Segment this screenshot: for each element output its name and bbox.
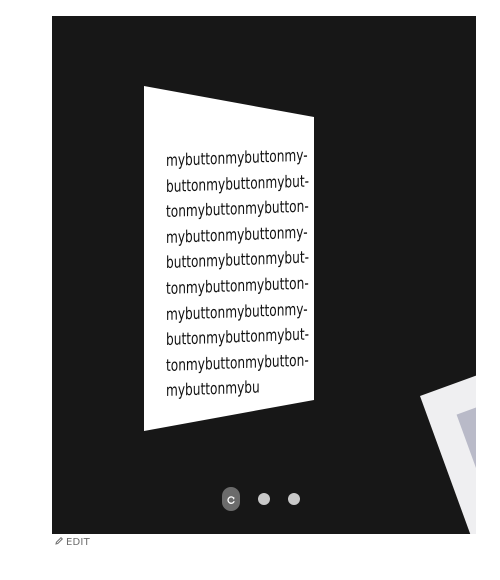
carousel-card-next-image: [456, 387, 476, 534]
edit-link[interactable]: EDIT: [54, 536, 90, 549]
card-text-line: mybuttonmybu: [166, 377, 260, 401]
pencil-icon: [54, 536, 64, 549]
pagination-dot-active[interactable]: [222, 487, 240, 511]
pagination-dot-3[interactable]: [288, 493, 300, 505]
pagination-dot-2[interactable]: [258, 493, 270, 505]
carousel-pagination: [222, 484, 322, 514]
carousel-card-next[interactable]: [420, 358, 476, 534]
edit-label: EDIT: [66, 537, 90, 548]
card-text: mybuttonmybuttonmy- buttonmybuttonmybut-…: [166, 144, 310, 404]
card-text-line: tonmybuttonmybutton-: [166, 273, 309, 298]
card-text-line: tonmybuttonmybutton-: [166, 350, 309, 375]
refresh-icon: [226, 490, 236, 509]
card-text-line: buttonmybuttonmybut-: [166, 324, 310, 350]
card-text-line: mybuttonmybuttonmy-: [166, 145, 308, 170]
carousel-card-front[interactable]: mybuttonmybuttonmy- buttonmybuttonmybut-…: [144, 86, 314, 431]
carousel-stage: mybuttonmybuttonmy- buttonmybuttonmybut-…: [52, 16, 476, 534]
